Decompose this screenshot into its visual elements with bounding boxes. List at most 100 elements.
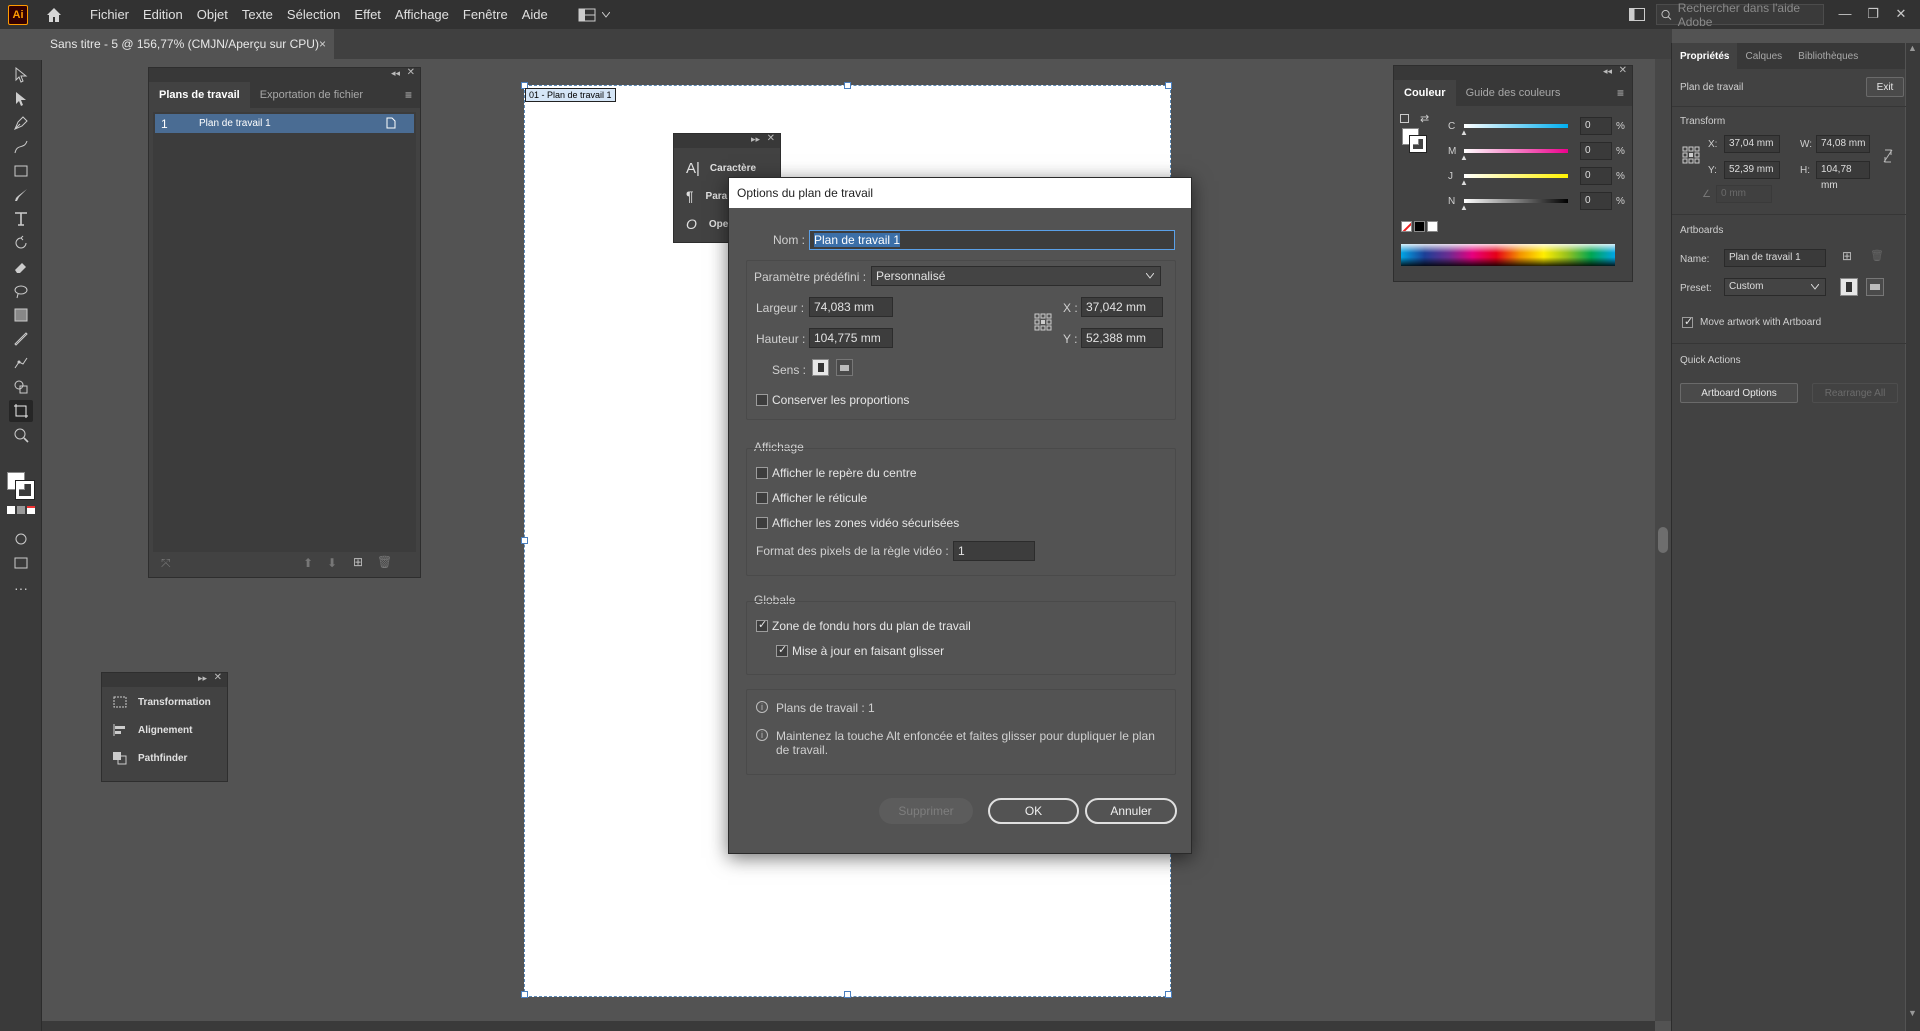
rotate-tool-icon[interactable]: [9, 232, 33, 254]
artboard-options-button[interactable]: Artboard Options: [1680, 383, 1798, 403]
reference-point-icon[interactable]: [1034, 313, 1052, 331]
puppet-warp-tool-icon[interactable]: [9, 352, 33, 374]
fade-region-checkbox[interactable]: [756, 618, 768, 632]
x-input[interactable]: 37,042 mm: [1081, 297, 1163, 317]
preset-select[interactable]: Custom: [1724, 278, 1826, 296]
collapse-icon[interactable]: ◂◂: [1603, 66, 1612, 77]
tab-export[interactable]: Exportation de fichier: [250, 82, 373, 108]
h-input[interactable]: 104,78 mm: [1816, 161, 1870, 191]
channel-m-input[interactable]: 0: [1580, 142, 1612, 160]
y-input[interactable]: 52,39 mm: [1724, 161, 1780, 179]
panel-menu-icon[interactable]: ≡: [405, 88, 412, 102]
reference-point-icon[interactable]: [1682, 146, 1700, 164]
brush-tool-icon[interactable]: [9, 184, 33, 206]
new-artboard-icon[interactable]: ⊞: [353, 555, 363, 569]
menu-texte[interactable]: Texte: [242, 7, 273, 22]
artboard-name-label[interactable]: 01 - Plan de travail 1: [525, 88, 616, 102]
constrain-link-icon[interactable]: [1882, 148, 1894, 164]
slider-thumb[interactable]: ▲: [1460, 203, 1468, 212]
help-search-input[interactable]: Rechercher dans l'aide Adobe: [1656, 1, 1824, 29]
color-spectrum[interactable]: [1401, 244, 1615, 266]
update-dragging-checkbox[interactable]: [776, 643, 788, 657]
gradient-mode-icon[interactable]: [17, 506, 25, 514]
close-icon[interactable]: ✕: [1890, 4, 1912, 24]
tab-color-guide[interactable]: Guide des couleurs: [1456, 80, 1571, 106]
direct-selection-tool-icon[interactable]: [9, 88, 33, 110]
pathfinder-panel-item[interactable]: Pathfinder: [112, 751, 187, 765]
menu-fenetre[interactable]: Fenêtre: [463, 7, 508, 22]
resize-handle[interactable]: [1165, 991, 1172, 998]
canvas-vertical-scrollbar[interactable]: [1655, 59, 1671, 1021]
document-tab[interactable]: Sans titre - 5 @ 156,77% (CMJN/Aperçu su…: [42, 29, 334, 59]
align-panel-item[interactable]: Alignement: [112, 723, 192, 737]
landscape-orientation-icon[interactable]: [1866, 278, 1884, 296]
channel-n-input[interactable]: 0: [1580, 192, 1612, 210]
fill-stroke-swatch[interactable]: [7, 472, 35, 500]
zoom-tool-icon[interactable]: [9, 424, 33, 446]
slider-thumb[interactable]: ▲: [1460, 128, 1468, 137]
pixel-ratio-input[interactable]: 1: [953, 541, 1035, 561]
panel-menu-icon[interactable]: ≡: [1617, 86, 1624, 100]
menu-affichage[interactable]: Affichage: [395, 7, 449, 22]
opentype-item[interactable]: O Ope: [686, 216, 728, 232]
minimize-icon[interactable]: —: [1834, 4, 1856, 24]
artboard-name-input[interactable]: Plan de travail 1: [1724, 249, 1826, 267]
menu-effet[interactable]: Effet: [354, 7, 381, 22]
paragraph-item[interactable]: ¶ Para: [686, 188, 727, 204]
close-tab-icon[interactable]: ×: [319, 37, 326, 51]
white-swatch[interactable]: [1427, 221, 1438, 232]
none-swatch[interactable]: [1401, 221, 1412, 232]
resize-handle[interactable]: [844, 82, 851, 89]
lasso-tool-icon[interactable]: [9, 280, 33, 302]
shape-builder-tool-icon[interactable]: [9, 376, 33, 398]
tab-properties[interactable]: Propriétés: [1672, 43, 1738, 69]
selection-tool-icon[interactable]: [9, 64, 33, 86]
resize-handle[interactable]: [844, 991, 851, 998]
height-input[interactable]: 104,775 mm: [809, 328, 893, 348]
curvature-tool-icon[interactable]: [9, 136, 33, 158]
move-up-icon[interactable]: ⬆: [303, 556, 313, 570]
move-artwork-checkbox[interactable]: [1682, 315, 1693, 328]
new-artboard-icon[interactable]: ⊞: [1842, 249, 1852, 263]
rearrange-all-button[interactable]: Rearrange All: [1812, 383, 1898, 403]
none-mode-icon[interactable]: [27, 506, 35, 514]
portrait-orientation-icon[interactable]: [812, 359, 829, 376]
panel-toggle-icon[interactable]: [1629, 8, 1645, 21]
channel-c-slider[interactable]: [1464, 124, 1568, 128]
type-tool-icon[interactable]: [9, 208, 33, 230]
portrait-orientation-icon[interactable]: [1840, 278, 1858, 296]
delete-artboard-icon[interactable]: 🗑: [1870, 249, 1884, 262]
resize-handle[interactable]: [521, 537, 528, 544]
landscape-orientation-icon[interactable]: [836, 359, 853, 376]
menu-aide[interactable]: Aide: [522, 7, 548, 22]
menu-objet[interactable]: Objet: [197, 7, 228, 22]
eraser-tool-icon[interactable]: [9, 256, 33, 278]
x-input[interactable]: 37,04 mm: [1724, 135, 1780, 153]
screen-mode-icon[interactable]: [9, 552, 33, 574]
transform-panel-item[interactable]: Transformation: [112, 695, 211, 709]
keep-proportions-checkbox[interactable]: [756, 394, 768, 406]
character-item[interactable]: A| Caractère: [686, 160, 756, 177]
channel-m-slider[interactable]: [1464, 149, 1568, 153]
menu-fichier[interactable]: Fichier: [90, 7, 129, 22]
menu-edition[interactable]: Edition: [143, 7, 183, 22]
channel-c-input[interactable]: 0: [1580, 117, 1612, 135]
draw-mode-icon[interactable]: [9, 528, 33, 550]
delete-artboard-icon[interactable]: 🗑: [377, 555, 392, 569]
panel-close-icon[interactable]: ✕: [214, 672, 222, 683]
stroke-swatch[interactable]: [15, 480, 35, 500]
workspace-switcher[interactable]: [578, 8, 610, 22]
properties-scrollbar[interactable]: ▲ ▼: [1906, 43, 1920, 1031]
tab-libraries[interactable]: Bibliothèques: [1790, 43, 1866, 69]
collapse-icon[interactable]: ◂◂: [391, 68, 400, 79]
width-input[interactable]: 74,083 mm: [809, 297, 893, 317]
resize-handle[interactable]: [521, 991, 528, 998]
tab-layers[interactable]: Calques: [1737, 43, 1790, 69]
channel-j-input[interactable]: 0: [1580, 167, 1612, 185]
more-tools-icon[interactable]: ···: [9, 580, 33, 602]
exit-button[interactable]: Exit: [1866, 77, 1904, 97]
pen-tool-icon[interactable]: [9, 112, 33, 134]
eyedropper-tool-icon[interactable]: [9, 328, 33, 350]
scroll-thumb[interactable]: [1658, 527, 1668, 553]
rearrange-icon[interactable]: ⤧: [161, 556, 171, 571]
